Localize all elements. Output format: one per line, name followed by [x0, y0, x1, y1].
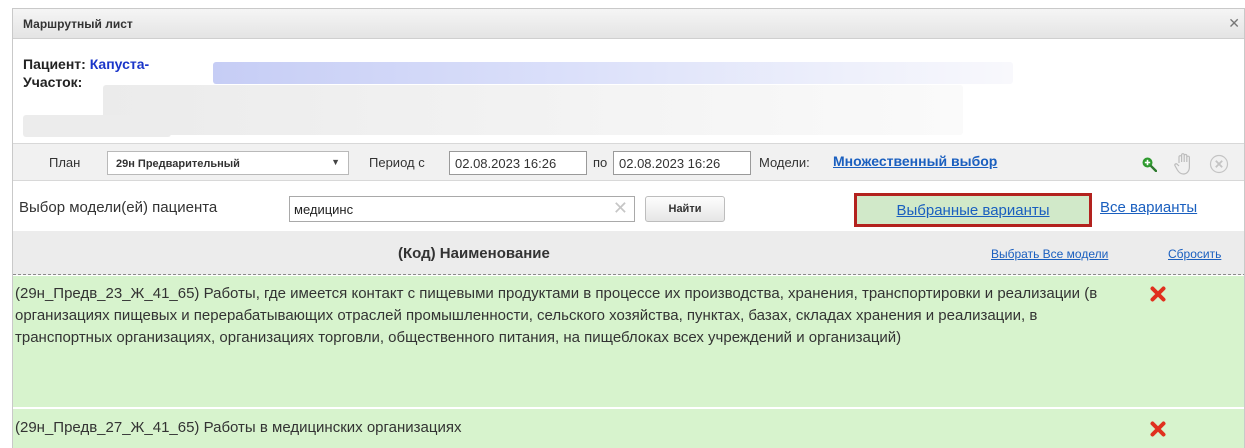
window-title: Маршрутный лист: [23, 16, 133, 31]
column-header-name: (Код) Наименование: [398, 245, 550, 262]
patient-label: Пациент:: [23, 56, 86, 72]
model-search-label: Выбор модели(ей) пациента: [19, 199, 218, 216]
dropdown-arrow-icon: ▼: [331, 157, 340, 167]
find-button[interactable]: Найти: [645, 196, 725, 222]
close-icon[interactable]: ✕: [1228, 15, 1240, 32]
model-search-value: медицинс: [294, 202, 354, 217]
patient-name: Капуста-: [89, 56, 150, 72]
plan-select-value: 29н Предварительный: [116, 158, 240, 170]
redacted-patient-name: [213, 62, 1013, 84]
zoom-in-icon[interactable]: [1141, 156, 1157, 172]
table-row: (29н_Предв_27_Ж_41_65) Работы в медицинс…: [13, 409, 1244, 448]
row-text: (29н_Предв_23_Ж_41_65) Работы, где имеет…: [15, 285, 1098, 346]
plan-label: План: [49, 155, 81, 170]
to-label: по: [593, 155, 608, 170]
reset-link[interactable]: Сбросить: [1168, 247, 1221, 261]
clear-input-icon[interactable]: ✕: [613, 198, 628, 219]
window-titlebar: Маршрутный лист ✕: [13, 9, 1244, 39]
table-header: (Код) Наименование Выбрать Все модели Сб…: [13, 231, 1244, 275]
models-label: Модели:: [759, 155, 810, 170]
route-sheet-window: Маршрутный лист ✕ Пациент: Капуста- Учас…: [12, 8, 1245, 448]
filter-bar: План 29н Предварительный ▼ Период с 02.0…: [13, 143, 1244, 181]
delete-icon[interactable]: [1150, 421, 1166, 437]
model-search-input[interactable]: медицинс ✕: [289, 196, 635, 222]
models-multiselect-link[interactable]: Множественный выбор: [833, 153, 997, 169]
selected-variants-link[interactable]: Выбранные варианты: [896, 202, 1049, 219]
model-search-row: Выбор модели(ей) пациента медицинс ✕ Най…: [13, 183, 1244, 231]
table-row: (29н_Предв_23_Ж_41_65) Работы, где имеет…: [13, 276, 1244, 408]
district-label: Участок:: [23, 74, 83, 90]
select-all-models-link[interactable]: Выбрать Все модели: [991, 247, 1108, 261]
all-variants-link[interactable]: Все варианты: [1100, 199, 1197, 216]
delete-icon[interactable]: [1150, 286, 1166, 302]
period-label: Период с: [369, 155, 425, 170]
date-to-input[interactable]: 02.08.2023 16:26: [613, 151, 751, 175]
clear-circle-icon[interactable]: [1209, 154, 1229, 174]
date-from-input[interactable]: 02.08.2023 16:26: [449, 151, 587, 175]
row-text: (29н_Предв_27_Ж_41_65) Работы в медицинс…: [15, 419, 462, 436]
redacted-district: [103, 85, 963, 135]
redacted-info: [23, 115, 171, 137]
plan-select[interactable]: 29н Предварительный ▼: [107, 151, 349, 175]
hand-icon[interactable]: [1173, 152, 1195, 176]
selected-variants-tab[interactable]: Выбранные варианты: [854, 193, 1092, 227]
